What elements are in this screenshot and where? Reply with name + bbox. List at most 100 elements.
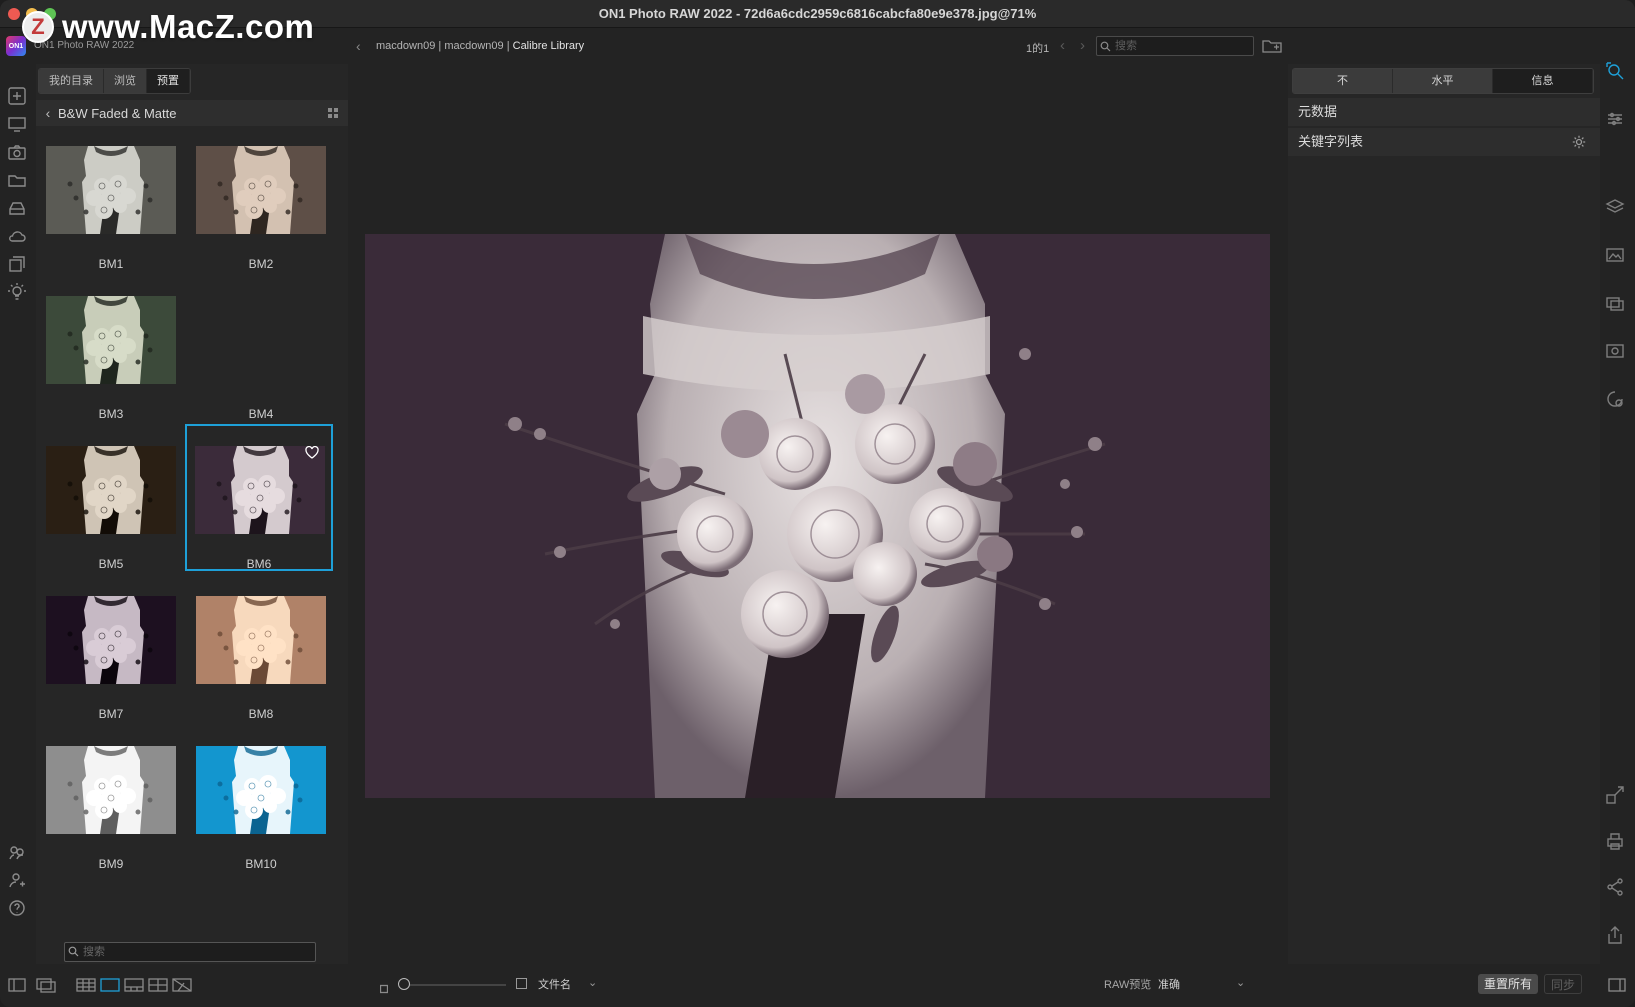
show-filename-checkbox[interactable] xyxy=(516,978,527,989)
preset-thumbnail-art xyxy=(46,596,176,684)
lightbulb-icon[interactable] xyxy=(7,282,27,302)
preset-preview-image xyxy=(46,446,176,534)
grid-view-icon[interactable] xyxy=(76,977,96,993)
preset-thumbnail[interactable]: BM10 xyxy=(186,736,336,884)
preset-thumbnail[interactable]: BM1 xyxy=(36,136,186,284)
filmstrip-view-icon[interactable] xyxy=(124,977,144,993)
raw-preview-select[interactable]: 准确 xyxy=(1158,976,1180,992)
image-icon[interactable] xyxy=(1604,244,1626,266)
tab-presets[interactable]: 预置 xyxy=(147,69,190,93)
chevron-left-icon[interactable]: ‹ xyxy=(40,105,56,121)
stack-icon[interactable] xyxy=(1604,292,1626,314)
preset-label: BM8 xyxy=(248,707,274,721)
preset-label: BM5 xyxy=(98,557,124,571)
breadcrumb-item[interactable]: macdown09 xyxy=(376,40,435,52)
preset-preview-image xyxy=(196,596,326,684)
map-view-icon[interactable] xyxy=(172,977,192,993)
thumbnail-size-slider[interactable] xyxy=(398,978,410,990)
albums-icon[interactable] xyxy=(7,254,27,274)
preset-label: BM7 xyxy=(98,707,124,721)
gear-icon[interactable] xyxy=(1572,135,1586,149)
filmstrip-icon[interactable] xyxy=(36,977,56,993)
preset-thumbnail[interactable]: BM4 xyxy=(186,286,336,434)
tab-my-catalog[interactable]: 我的目录 xyxy=(39,69,104,93)
preset-label: BM1 xyxy=(98,257,124,271)
preset-preview-image xyxy=(196,146,326,234)
breadcrumb-separator: | xyxy=(438,40,442,52)
cloud-icon[interactable] xyxy=(7,226,27,246)
preset-preview-image xyxy=(46,746,176,834)
preset-thumbnail[interactable]: BM7 xyxy=(36,586,186,734)
help-icon[interactable] xyxy=(7,898,27,918)
sync-button[interactable]: 同步 xyxy=(1544,974,1583,994)
search-icon xyxy=(1100,41,1111,52)
preset-thumbnail[interactable]: BM5 xyxy=(36,436,186,584)
effects-icon[interactable] xyxy=(1604,388,1626,410)
detail-view-icon[interactable] xyxy=(100,977,120,993)
browse-mode-tabs: 我的目录 浏览 预置 xyxy=(38,68,191,94)
metadata-section[interactable]: 元数据 xyxy=(1288,98,1600,126)
print-icon[interactable] xyxy=(1604,830,1626,852)
preset-thumbnail-selected[interactable]: BM6 xyxy=(185,424,333,571)
preset-thumbnail[interactable]: BM3 xyxy=(36,286,186,434)
folder-browse-icon[interactable] xyxy=(1262,38,1282,54)
toggle-right-panel-icon[interactable] xyxy=(1608,977,1626,993)
preset-group-header[interactable]: ‹ B&W Faded & Matte xyxy=(36,100,348,126)
breadcrumb-item[interactable]: macdown09 xyxy=(444,40,503,52)
back-arrow-icon[interactable]: ‹ xyxy=(356,38,361,54)
tab-horizontal[interactable]: 水平 xyxy=(1393,69,1493,93)
filename-label: 文件名 xyxy=(538,979,571,991)
preset-preview-image xyxy=(46,146,176,234)
preset-thumbnail[interactable]: BM8 xyxy=(186,586,336,734)
account-icon[interactable] xyxy=(7,870,27,890)
thumbnail-size-track[interactable] xyxy=(406,984,506,986)
edit-sliders-icon[interactable] xyxy=(1604,108,1626,130)
preset-label: BM3 xyxy=(98,407,124,421)
share-icon[interactable] xyxy=(1604,876,1626,898)
prev-image-icon[interactable]: ‹ xyxy=(1060,37,1065,54)
keywords-section[interactable]: 关键字列表 xyxy=(1288,128,1600,156)
preset-thumbnail[interactable]: BM9 xyxy=(36,736,186,884)
tab-info[interactable]: 信息 xyxy=(1493,69,1593,93)
bottom-toolbar: 文件名 ⌄ RAW预览 准确 ⌄ 重置所有 同步 xyxy=(0,970,1635,1007)
next-image-icon[interactable]: › xyxy=(1080,37,1085,54)
thumbnail-small-icon[interactable] xyxy=(379,981,389,997)
preset-preview-image xyxy=(196,746,326,834)
toggle-left-panel-icon[interactable] xyxy=(8,977,26,993)
chevron-down-icon[interactable]: ⌄ xyxy=(588,976,597,989)
export-icon[interactable] xyxy=(1604,924,1626,946)
tab-none[interactable]: 不 xyxy=(1293,69,1393,93)
compare-view-icon[interactable] xyxy=(148,977,168,993)
tab-browse[interactable]: 浏览 xyxy=(104,69,147,93)
top-search-input[interactable]: 搜索 xyxy=(1096,36,1254,56)
preset-label: BM2 xyxy=(248,257,274,271)
preset-search-input[interactable]: 搜索 xyxy=(64,942,316,962)
watermark: Z www.MacZ.com xyxy=(22,8,314,46)
page-count: 1的1 xyxy=(1026,43,1050,55)
grid-view-icon[interactable] xyxy=(328,108,338,118)
bouquet-photo xyxy=(365,234,1270,798)
folder-icon[interactable] xyxy=(7,170,27,190)
preset-preview-image xyxy=(195,446,325,534)
people-icon[interactable] xyxy=(7,842,27,862)
mask-icon[interactable] xyxy=(1604,340,1626,362)
resize-icon[interactable] xyxy=(1604,784,1626,806)
preset-label: BM6 xyxy=(246,557,272,571)
camera-icon[interactable] xyxy=(7,142,27,162)
add-icon[interactable] xyxy=(7,86,27,106)
preset-label: BM4 xyxy=(248,407,274,421)
chevron-down-icon[interactable]: ⌄ xyxy=(1236,976,1245,989)
app-window: ON1 Photo RAW 2022 - 72d6a6cdc2959c6816c… xyxy=(0,0,1635,1007)
preset-thumbnail[interactable]: BM2 xyxy=(186,136,336,284)
breadcrumb-current[interactable]: Calibre Library xyxy=(513,40,585,52)
info-panel-tabs: 不 水平 信息 xyxy=(1292,68,1594,94)
layers-icon[interactable] xyxy=(1604,196,1626,218)
monitor-icon[interactable] xyxy=(7,114,27,134)
main-photo-preview[interactable] xyxy=(365,234,1270,798)
preset-thumbnail-art xyxy=(196,596,326,684)
reset-all-button[interactable]: 重置所有 xyxy=(1478,974,1539,994)
favorite-heart-icon[interactable] xyxy=(305,446,319,459)
drive-icon[interactable] xyxy=(7,198,27,218)
watermark-text: www.MacZ.com xyxy=(62,8,315,45)
browse-zoom-icon[interactable] xyxy=(1604,60,1626,82)
